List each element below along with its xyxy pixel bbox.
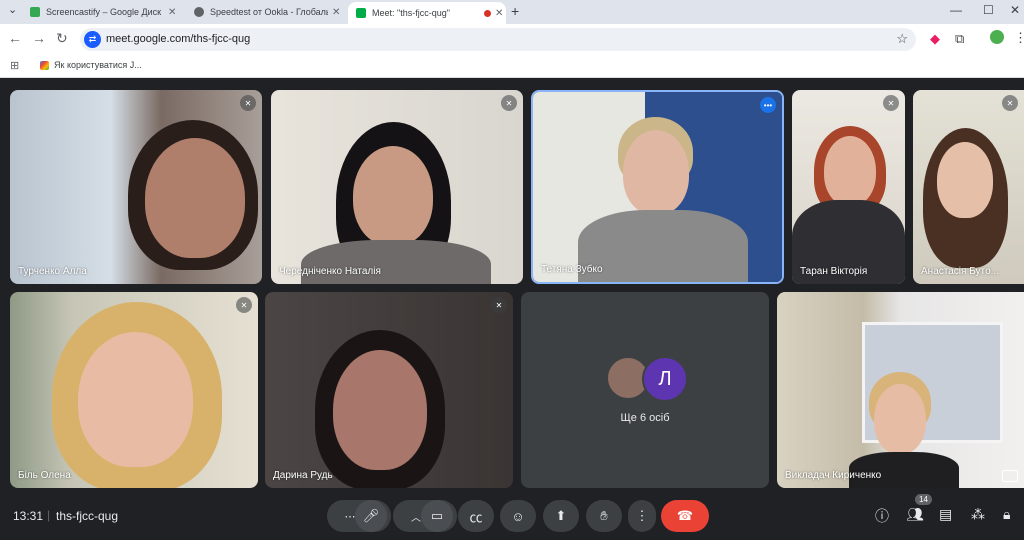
url-text: meet.google.com/ths-fjcc-qug: [106, 33, 251, 45]
browser-toolbar: ← → ↻ ⇄ meet.google.com/ths-fjcc-qug ☆: [0, 24, 1024, 55]
maximize-icon[interactable]: ☐: [983, 3, 994, 17]
mic-button[interactable]: 🎤︎: [355, 500, 387, 532]
meet-icon: [356, 8, 366, 18]
bookmark-star-icon[interactable]: ☆: [896, 31, 908, 47]
extensions-puzzle-icon[interactable]: ⧉: [955, 31, 964, 47]
new-tab-icon[interactable]: +: [511, 3, 519, 19]
recording-icon: [484, 9, 491, 17]
end-call-icon: ☎︎: [676, 508, 694, 523]
raise-hand-button[interactable]: ✋︎: [586, 500, 622, 532]
hand-icon: ✋︎: [600, 508, 608, 523]
camera-icon: ▭: [430, 508, 444, 523]
bookmark-item[interactable]: Як користуватися J...: [40, 60, 142, 70]
reload-icon[interactable]: ↻: [56, 30, 68, 47]
tab-speedtest[interactable]: Speedtest от Ookla - Глобальный ✕: [186, 2, 346, 22]
participant-tile[interactable]: ✕ Турченко Алла: [10, 90, 262, 284]
participant-name: Біль Олена: [18, 470, 71, 481]
bookmark-icon: [40, 60, 49, 70]
more-vert-icon: ⋮: [635, 508, 649, 523]
tab-screencastify[interactable]: Screencastify – Google Диск ✕: [22, 2, 182, 22]
participant-name: Анастасія Бутo...: [921, 266, 1000, 277]
speaking-indicator-icon: •••: [760, 97, 776, 113]
participant-tile[interactable]: Викладач Кириченко: [777, 292, 1024, 488]
more-options-button[interactable]: ⋮: [628, 500, 656, 532]
close-tab-icon[interactable]: ✕: [495, 8, 503, 19]
present-button[interactable]: ⬆: [543, 500, 579, 532]
present-screen-icon: ⬆: [555, 508, 567, 523]
meet-control-bar: 13:31 | ths-fjcc-qug ⋯ 🎤︎ ︿ ▭ ㏄ ☺ ⬆ ✋︎ ⋮…: [0, 492, 1024, 540]
close-tab-icon[interactable]: ✕: [168, 7, 176, 18]
participant-avatar: Л: [642, 356, 688, 402]
end-call-button[interactable]: ☎︎: [661, 500, 709, 532]
profile-avatar[interactable]: [990, 30, 1004, 44]
address-bar[interactable]: ⇄ meet.google.com/ths-fjcc-qug ☆: [80, 28, 916, 51]
host-controls-icon[interactable]: 🔒︎: [1003, 506, 1010, 523]
browser-menu-icon[interactable]: ⋮: [1014, 30, 1024, 46]
others-tile[interactable]: Л Ще 6 осіб: [521, 292, 769, 488]
participant-tile[interactable]: ✕ Анастасія Бутo...: [913, 90, 1024, 284]
participant-name: Дарина Рудь: [273, 470, 333, 481]
close-window-icon[interactable]: ✕: [1010, 3, 1020, 17]
captions-button[interactable]: ㏄: [458, 500, 494, 532]
mic-off-icon: ✕: [491, 297, 507, 313]
emoji-button[interactable]: ☺: [500, 500, 536, 532]
participant-name: Таран Вікторія: [800, 266, 868, 277]
globe-icon: [194, 7, 204, 17]
people-icon[interactable]: 👥︎: [906, 506, 924, 523]
participant-name: Чередніченко Наталія: [279, 266, 381, 277]
mic-off-icon: ✕: [883, 95, 899, 111]
more-participants-label: Ще 6 осіб: [620, 412, 670, 424]
forward-icon[interactable]: →: [32, 30, 46, 46]
mic-off-icon: ✕: [1002, 95, 1018, 111]
site-info-icon[interactable]: ⇄: [84, 31, 101, 48]
mic-off-icon: ✕: [501, 95, 517, 111]
participant-tile[interactable]: ✕ Дарина Рудь: [265, 292, 513, 488]
participant-tile-speaking[interactable]: ••• Тетяна Зубко: [531, 90, 784, 284]
participant-name: Тетяна Зубко: [541, 264, 603, 275]
drive-icon: [30, 7, 40, 17]
chevron-up-icon[interactable]: ︿: [411, 509, 421, 524]
bookmarks-bar: ⊞ Як користуватися J...: [0, 55, 1024, 78]
tab-search-icon[interactable]: ⌄: [8, 3, 17, 16]
mic-off-icon: ✕: [240, 95, 256, 111]
people-count-badge: 14: [915, 494, 932, 505]
chat-icon[interactable]: ▤: [939, 506, 952, 523]
participant-tile[interactable]: ✕ Чередніченко Наталія: [271, 90, 523, 284]
participant-tile[interactable]: ✕ Таран Вікторія: [792, 90, 905, 284]
divider: |: [47, 508, 51, 522]
captions-icon: ㏄: [469, 509, 483, 525]
activities-icon[interactable]: ⁂: [971, 506, 985, 523]
participant-name: Турченко Алла: [18, 266, 87, 277]
info-icon[interactable]: ⓘ: [875, 506, 889, 526]
mic-icon: 🎤︎: [362, 508, 380, 523]
clock: 13:31: [13, 509, 44, 523]
participant-tile[interactable]: ✕ Біль Олена: [10, 292, 258, 488]
browser-tabstrip: ⌄ Screencastify – Google Диск ✕ Speedtes…: [0, 0, 1024, 24]
tab-meet[interactable]: Meet: "ths-fjcc-qug" ✕: [348, 2, 506, 24]
participant-name: Викладач Кириченко: [785, 470, 882, 481]
mic-off-icon: ✕: [236, 297, 252, 313]
emoji-icon: ☺: [511, 508, 525, 524]
more-dots-icon[interactable]: ⋯: [345, 510, 356, 523]
close-tab-icon[interactable]: ✕: [332, 7, 340, 18]
meeting-code: ths-fjcc-qug: [56, 509, 119, 523]
extension-icon[interactable]: ◆: [930, 31, 940, 47]
camera-button[interactable]: ▭: [421, 500, 453, 532]
pip-icon[interactable]: [1002, 470, 1018, 482]
apps-grid-icon[interactable]: ⊞: [10, 59, 19, 72]
minimize-icon[interactable]: —: [950, 3, 962, 17]
back-icon[interactable]: ←: [8, 30, 22, 46]
